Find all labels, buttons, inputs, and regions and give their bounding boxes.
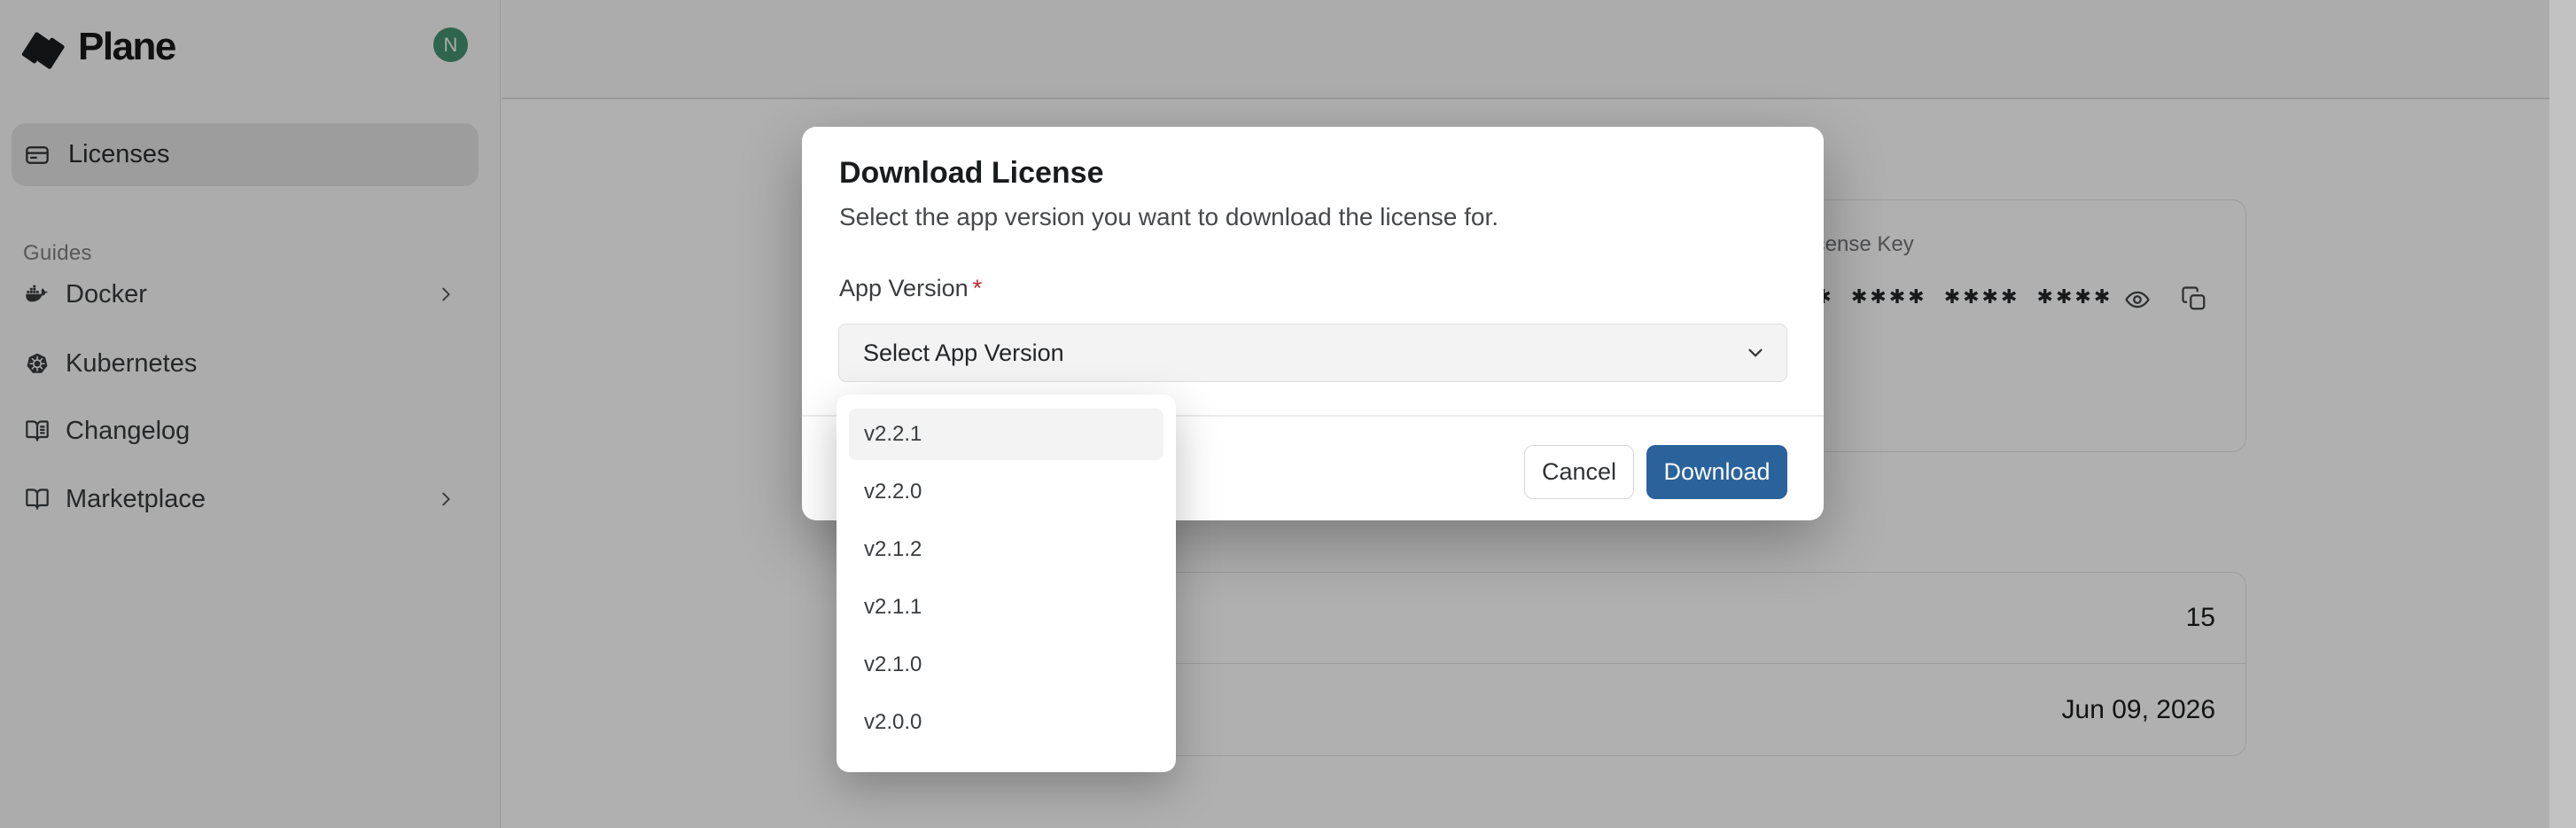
select-placeholder: Select App Version: [863, 340, 1064, 367]
modal-subtitle: Select the app version you want to downl…: [839, 203, 1498, 231]
dropdown-option-v2-1-1[interactable]: v2.1.1: [849, 582, 1163, 633]
cancel-button[interactable]: Cancel: [1524, 445, 1634, 499]
dropdown-option-v2-2-1[interactable]: v2.2.1: [849, 409, 1163, 460]
dropdown-option-v2-1-0[interactable]: v2.1.0: [849, 639, 1163, 691]
modal-title: Download License: [839, 156, 1104, 191]
dropdown-option-v2-0-0[interactable]: v2.0.0: [849, 697, 1163, 748]
plane-admin-screen: Licenses License Key ✱✱✱✱ ✱✱✱✱ ✱✱✱✱ ✱✱✱✱…: [0, 0, 2576, 828]
required-asterisk: *: [973, 275, 983, 301]
download-button[interactable]: Download: [1646, 445, 1787, 499]
app-version-select[interactable]: Select App Version: [838, 324, 1787, 382]
chevron-down-icon: [1744, 341, 1767, 364]
app-version-dropdown: v2.2.1 v2.2.0 v2.1.2 v2.1.1 v2.1.0 v2.0.…: [837, 394, 1176, 772]
dropdown-option-v2-1-2[interactable]: v2.1.2: [849, 524, 1163, 575]
scrollbar[interactable]: [2549, 0, 2576, 828]
dropdown-option-v2-2-0[interactable]: v2.2.0: [849, 466, 1163, 518]
app-version-label: App Version*: [839, 275, 982, 302]
